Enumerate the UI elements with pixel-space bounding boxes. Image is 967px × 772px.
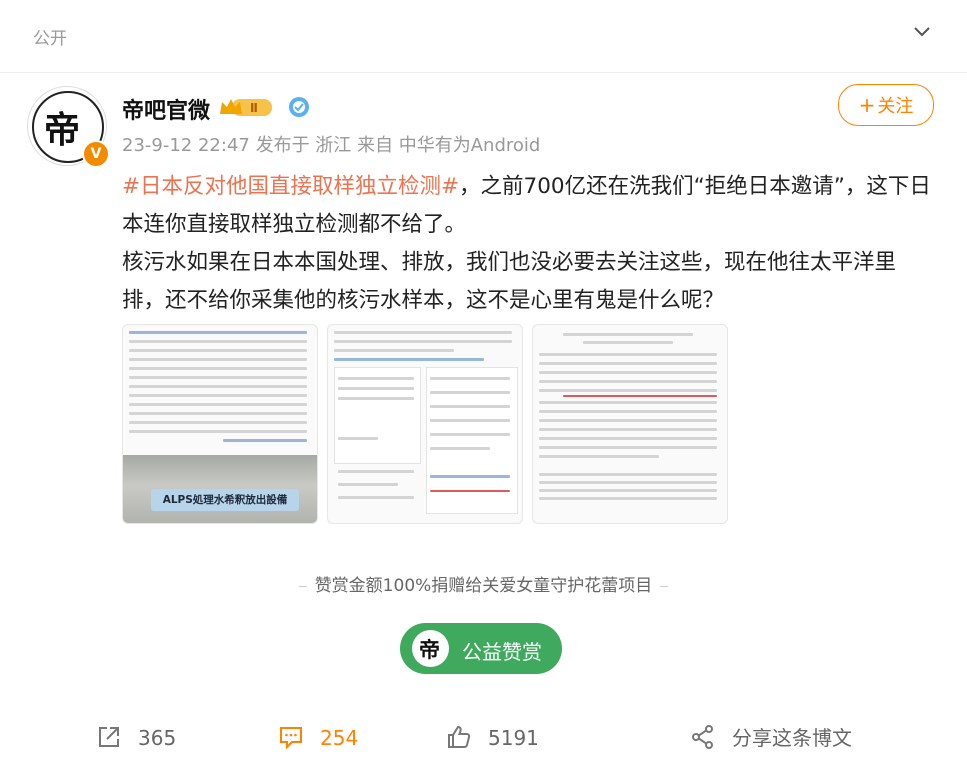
vip-badge-icon[interactable]	[288, 96, 310, 118]
visibility-label: 公开	[33, 29, 67, 49]
share-label: 分享这条博文	[732, 726, 852, 750]
donation-text: 赞赏金额100%捐赠给关爱女童守护花蕾项目	[314, 576, 653, 596]
repost-count: 365	[138, 726, 177, 750]
reward-button[interactable]: 帝 公益赞赏	[400, 623, 562, 674]
photo-sign: ALPS処理水希釈放出設備	[123, 455, 317, 523]
reward-label: 公益赞赏	[462, 640, 542, 664]
follow-button[interactable]: + 关注	[838, 84, 934, 126]
follow-label: 关注	[877, 96, 914, 117]
post-meta: 23-9-12 22:47 发布于 浙江 来自 中华有为Android	[122, 135, 541, 156]
thumbs-up-icon	[448, 725, 471, 748]
crown-level-icon[interactable]: Ⅱ	[218, 96, 274, 118]
comment-icon	[280, 727, 302, 750]
repost-icon	[99, 727, 119, 747]
verified-v-icon: V	[82, 140, 110, 168]
post-header-bar: 公开	[0, 0, 967, 73]
plate-text: ALPS処理水希釈放出設備	[151, 489, 299, 511]
donation-note: 赞赏金额100%捐赠给关爱女童守护花蕾项目	[0, 571, 967, 596]
like-count: 5191	[488, 726, 539, 750]
post-image-3[interactable]	[532, 324, 728, 524]
post-image-1[interactable]: ALPS処理水希釈放出設備	[122, 324, 318, 524]
author-name[interactable]: 帝吧官微	[122, 93, 210, 125]
share-icon	[692, 725, 713, 749]
comment-count: 254	[320, 726, 359, 750]
avatar-glyph: 帝	[44, 109, 81, 151]
plus-icon: +	[858, 93, 876, 117]
hashtag-link[interactable]: #日本反对他国直接取样独立检测#	[122, 174, 459, 199]
post-image-2[interactable]	[327, 324, 523, 524]
action-bar: 365 254 5191 分享这条博文	[0, 712, 967, 762]
post-body: #日本反对他国直接取样独立检测#，之前700亿还在洗我们“拒绝日本邀请”，这下日…	[122, 168, 937, 320]
reward-avatar-icon: 帝	[412, 630, 449, 667]
post-text-2: 核污水如果在日本本国处理、排放，我们也没必要去关注这些，现在他往太平洋里排，还不…	[122, 250, 897, 313]
chevron-down-icon[interactable]	[913, 26, 931, 38]
level-badge-text: Ⅱ	[250, 101, 258, 115]
